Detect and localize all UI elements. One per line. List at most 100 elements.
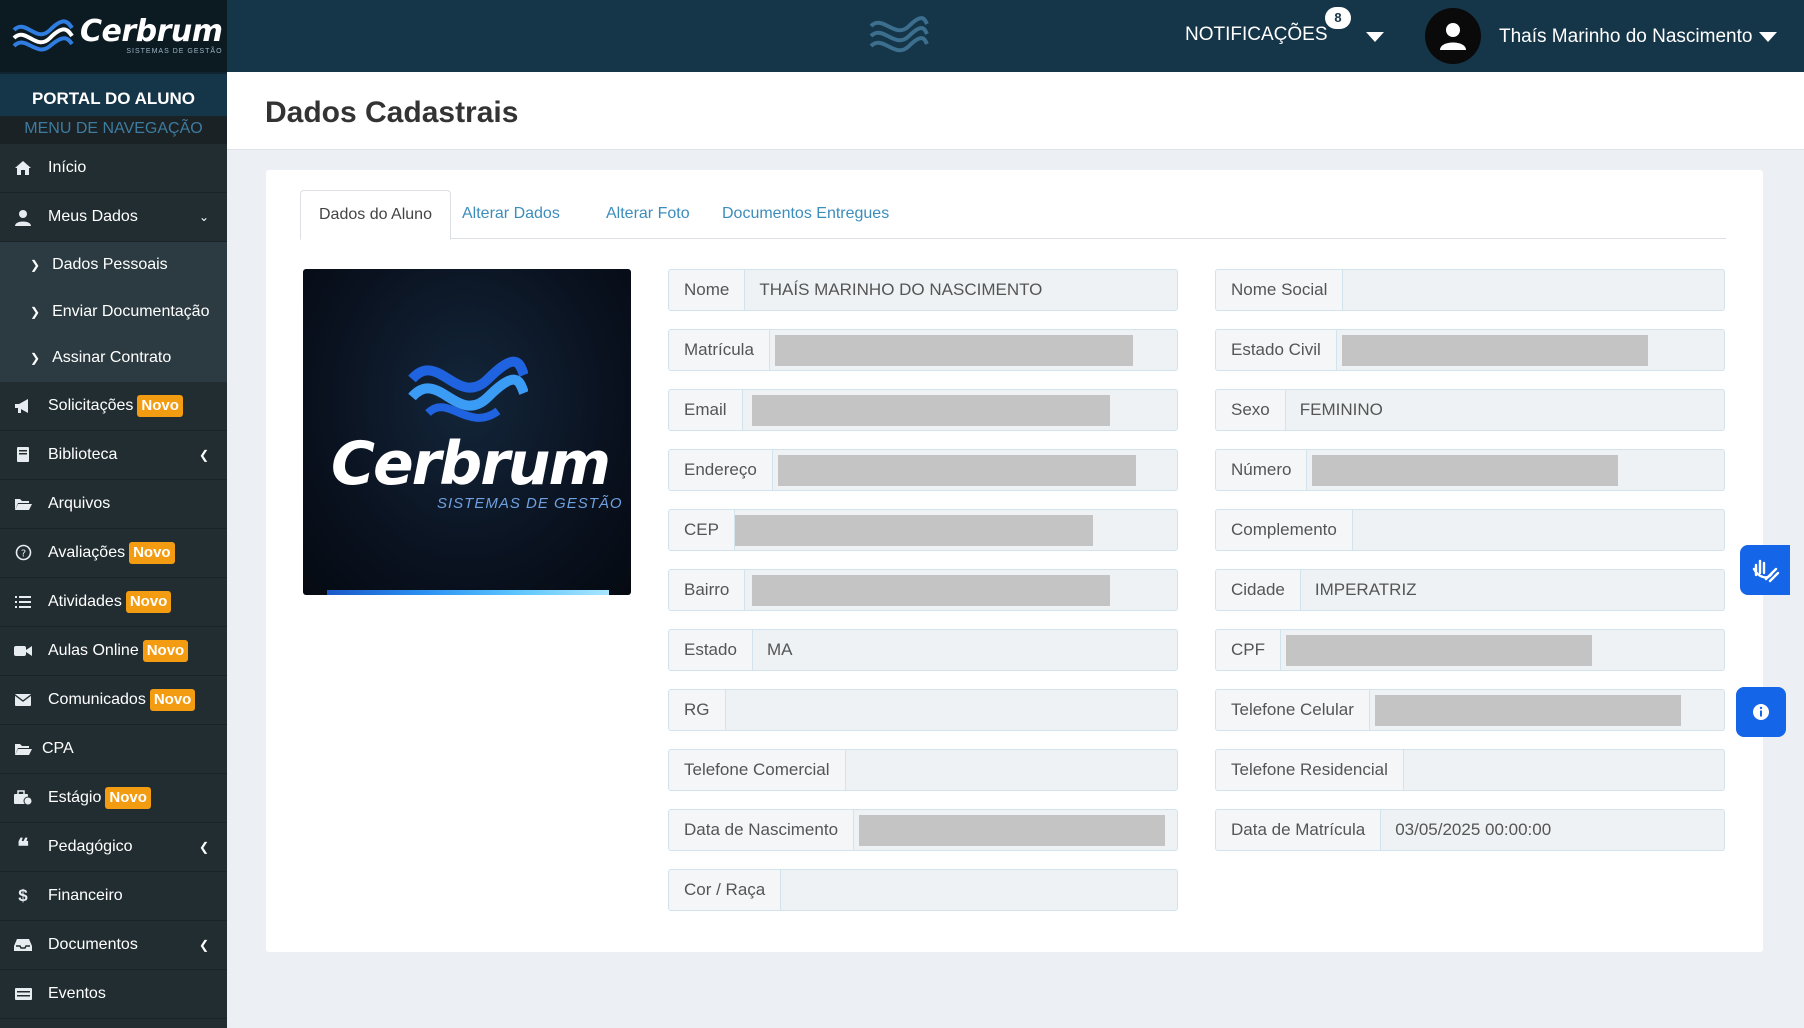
user-icon xyxy=(1440,23,1466,50)
user-icon xyxy=(12,208,34,226)
field-value xyxy=(734,510,1177,550)
sidebar-item-label: Dados Pessoais xyxy=(52,256,168,274)
sidebar-item-documentos[interactable]: Documentos ❮ xyxy=(0,921,227,970)
field-cep: CEP xyxy=(668,509,1178,551)
field-complemento: Complemento xyxy=(1215,509,1725,551)
sidebar-item-arquivos[interactable]: Arquivos xyxy=(0,480,227,529)
hands-icon xyxy=(1752,559,1780,583)
sidebar-item-biblioteca[interactable]: Biblioteca ❮ xyxy=(0,431,227,480)
sidebar-item-solicitacoes[interactable]: Solicitações Novo xyxy=(0,382,227,431)
sidebar-item-pedagogico[interactable]: ❝ Pedagógico ❮ xyxy=(0,823,227,872)
field-label: Sexo xyxy=(1216,390,1286,430)
field-rg: RG xyxy=(668,689,1178,731)
portal-title: PORTAL DO ALUNO xyxy=(0,72,227,116)
wave-logo-icon xyxy=(408,356,528,422)
notifications-button[interactable]: NOTIFICAÇÕES xyxy=(1185,24,1328,46)
field-telefone-residencial: Telefone Residencial xyxy=(1215,749,1725,791)
user-menu-name[interactable]: Thaís Marinho do Nascimento xyxy=(1499,26,1752,48)
redacted-value xyxy=(752,575,1111,606)
field-label: Bairro xyxy=(669,570,746,610)
user-dropdown-caret-icon[interactable] xyxy=(1759,32,1777,42)
redacted-value xyxy=(777,455,1136,486)
content-header: Dados Cadastrais xyxy=(227,72,1804,150)
sidebar: Cerbrum SISTEMAS DE GESTÃO PORTAL DO ALU… xyxy=(0,0,227,1028)
brand-logo[interactable]: Cerbrum SISTEMAS DE GESTÃO xyxy=(0,0,227,72)
sidebar-item-label: Arquivos xyxy=(48,494,111,512)
field-label: Número xyxy=(1216,450,1308,490)
video-camera-icon xyxy=(12,642,34,660)
field-value xyxy=(781,870,1177,910)
sidebar-item-estagio[interactable]: Estágio Novo xyxy=(0,774,227,823)
field-label: Matrícula xyxy=(669,330,770,370)
notifications-dropdown-caret-icon[interactable] xyxy=(1366,32,1384,42)
field-value xyxy=(854,810,1177,850)
sidebar-item-eventos[interactable]: Eventos xyxy=(0,970,227,1019)
field-value xyxy=(846,750,1177,790)
field-value: 03/05/2025 00:00:00 xyxy=(1395,820,1552,839)
field-value xyxy=(1404,750,1724,790)
chevron-right-icon: ❯ xyxy=(30,258,41,273)
sidebar-item-atividades[interactable]: Atividades Novo xyxy=(0,578,227,627)
field-data-de-nascimento: Data de Nascimento xyxy=(668,809,1178,851)
wave-logo-icon xyxy=(12,19,74,52)
field-value xyxy=(1370,690,1724,730)
sidebar-item-inicio[interactable]: Início xyxy=(0,144,227,193)
redacted-value xyxy=(859,815,1166,846)
redacted-value xyxy=(1312,455,1619,486)
list-icon xyxy=(12,593,34,611)
photo-brand-name: Cerbrum xyxy=(330,429,611,499)
chevron-right-icon: ❯ xyxy=(30,304,41,319)
sidebar-subitem-dados-pessoais[interactable]: ❯ Dados Pessoais xyxy=(0,242,227,289)
brand-tagline: SISTEMAS DE GESTÃO xyxy=(126,48,223,55)
redacted-value xyxy=(734,515,1093,546)
menu-header: MENU DE NAVEGAÇÃO xyxy=(0,116,227,144)
sidebar-subitem-assinar-contrato[interactable]: ❯ Assinar Contrato xyxy=(0,335,227,382)
sidebar-item-cpa[interactable]: CPA xyxy=(0,725,227,774)
tab-dados-do-aluno[interactable]: Dados do Aluno xyxy=(300,190,451,240)
tab-documentos-entregues[interactable]: Documentos Entregues xyxy=(704,190,907,239)
new-badge: Novo xyxy=(137,394,183,417)
new-badge: Novo xyxy=(149,688,196,711)
new-badge: Novo xyxy=(105,786,151,809)
photo-brand-tagline: SISTEMAS DE GESTÃO xyxy=(437,495,623,512)
field-cor-raca: Cor / Raça xyxy=(668,869,1178,911)
sidebar-item-label: Documentos xyxy=(48,935,138,953)
sidebar-item-financeiro[interactable]: $ Financeiro xyxy=(0,872,227,921)
sidebar-item-comunicados[interactable]: Comunicados Novo xyxy=(0,676,227,725)
field-value: IMPERATRIZ xyxy=(1314,580,1417,599)
sidebar-item-label: Solicitações xyxy=(48,396,134,414)
home-icon xyxy=(12,159,34,177)
tab-alterar-dados[interactable]: Alterar Dados xyxy=(444,190,578,239)
sidebar-item-aulas-online[interactable]: Aulas Online Novo xyxy=(0,627,227,676)
field-value xyxy=(745,570,1177,610)
accessibility-info-button[interactable] xyxy=(1736,687,1786,737)
sidebar-item-label: Atividades xyxy=(48,592,122,610)
field-label: Endereço xyxy=(669,450,773,490)
field-label: Cidade xyxy=(1216,570,1301,610)
tab-alterar-foto[interactable]: Alterar Foto xyxy=(588,190,708,239)
sidebar-item-avaliacoes[interactable]: ? Avaliações Novo xyxy=(0,529,227,578)
field-label: Data de Matrícula xyxy=(1216,810,1382,850)
field-estado: Estado MA xyxy=(668,629,1178,671)
field-cidade: Cidade IMPERATRIZ xyxy=(1215,569,1725,611)
field-telefone-celular: Telefone Celular xyxy=(1215,689,1725,731)
folder-open-icon xyxy=(12,740,34,758)
inbox-icon xyxy=(12,936,34,954)
sidebar-subitem-enviar-documentacao[interactable]: ❯ Enviar Documentação xyxy=(0,288,227,335)
redacted-value xyxy=(774,335,1133,366)
book-icon xyxy=(12,446,34,464)
new-badge: Novo xyxy=(129,541,175,564)
avatar[interactable] xyxy=(1425,8,1481,64)
field-label: Estado xyxy=(669,630,753,670)
field-nome-social: Nome Social xyxy=(1215,269,1725,311)
sidebar-item-label: Avaliações xyxy=(48,543,126,561)
notifications-count-badge: 8 xyxy=(1325,7,1351,29)
sidebar-item-meus-dados[interactable]: Meus Dados ⌄ xyxy=(0,193,227,242)
new-badge: Novo xyxy=(142,639,189,662)
accessibility-sign-language-button[interactable] xyxy=(1740,545,1790,595)
sidebar-item-label: Eventos xyxy=(48,984,106,1002)
top-navbar: NOTIFICAÇÕES 8 Thaís Marinho do Nascimen… xyxy=(227,0,1804,72)
profile-card: Dados do Aluno Alterar Dados Alterar Fot… xyxy=(266,170,1763,952)
field-value xyxy=(1343,270,1724,310)
new-badge: Novo xyxy=(125,590,172,613)
